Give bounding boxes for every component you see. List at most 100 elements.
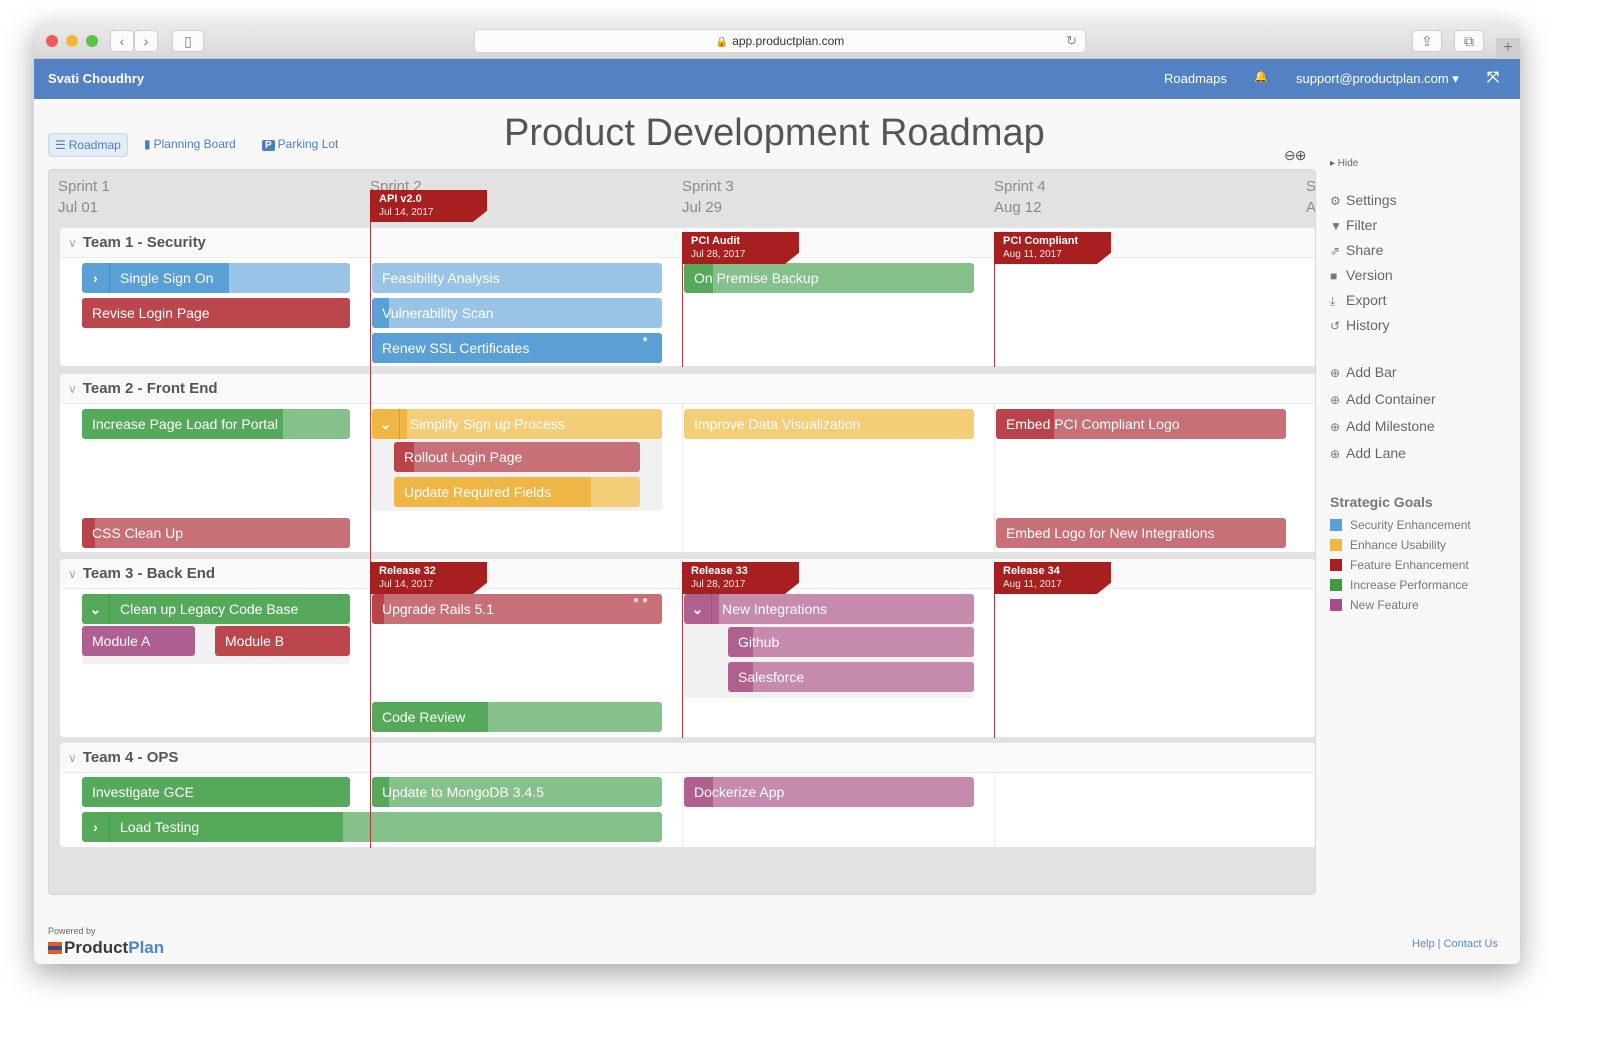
bar-on-premise-backup[interactable]: On Premise Backup — [684, 263, 974, 293]
bar-investigate-gce[interactable]: Investigate GCE — [82, 777, 350, 807]
chevron-down-icon[interactable]: ⌄ — [684, 594, 712, 624]
browser-titlebar: ‹ › ▯ 🔒 app.productplan.com ↻ ⇪ ⧉ + — [34, 22, 1520, 60]
back-button[interactable]: ‹ — [110, 30, 134, 52]
tab-planning-board[interactable]: ▮ Planning Board — [138, 133, 242, 157]
chevron-down-icon[interactable]: ∨ — [68, 751, 77, 765]
bar-simplify-signup[interactable]: ⌄ Simplify Sign up Process — [372, 409, 662, 439]
legend-item[interactable]: New Feature — [1330, 598, 1419, 612]
tab-label: Parking Lot — [277, 137, 339, 151]
bar-load-testing[interactable]: › Load Testing — [82, 812, 662, 842]
roadmap-icon: ☰ — [55, 138, 66, 152]
share-icon[interactable]: ⇪ — [1412, 30, 1442, 52]
bar-update-mongodb[interactable]: Update to MongoDB 3.4.5 — [372, 777, 662, 807]
bar-renew-ssl[interactable]: Renew SSL Certificates ● — [372, 333, 662, 363]
milestone-flag[interactable]: Release 33 Jul 28, 2017 — [682, 562, 799, 594]
add-milestone-button[interactable]: ⊕ Add Milestone — [1330, 418, 1435, 434]
bar-github[interactable]: Github — [728, 627, 974, 657]
roadmaps-link[interactable]: Roadmaps — [1164, 71, 1227, 86]
legend-item[interactable]: Security Enhancement — [1330, 518, 1471, 532]
bar-css-clean-up[interactable]: CSS Clean Up — [82, 518, 350, 548]
version-button[interactable]: ■ Version — [1330, 267, 1393, 283]
milestone-flag[interactable]: PCI Compliant Aug 11, 2017 — [994, 232, 1111, 264]
bar-improve-data-viz[interactable]: Improve Data Visualization — [684, 409, 974, 439]
settings-button[interactable]: ⚙ Settings — [1330, 192, 1397, 208]
plus-circle-icon: ⊕ — [1330, 393, 1341, 407]
logo-icon — [48, 942, 62, 954]
zoom-controls[interactable]: ⊖⊕ — [1284, 147, 1306, 164]
chevron-down-icon[interactable]: ∨ — [68, 567, 77, 581]
productplan-logo[interactable]: ProductPlan — [48, 938, 164, 958]
bar-code-review[interactable]: Code Review — [372, 702, 662, 732]
milestone-flag[interactable]: Release 34 Aug 11, 2017 — [994, 562, 1111, 594]
fullscreen-icon[interactable]: ⤧ — [1487, 69, 1499, 86]
legend-swatch — [1330, 559, 1342, 571]
bar-increase-page-load[interactable]: Increase Page Load for Portal — [82, 409, 350, 439]
forward-button[interactable]: › — [134, 30, 158, 52]
bar-module-b[interactable]: Module B — [215, 626, 350, 656]
account-dropdown[interactable]: support@productplan.com ▾ — [1296, 71, 1459, 87]
bar-dockerize-app[interactable]: Dockerize App — [684, 777, 974, 807]
milestone-line — [370, 190, 371, 848]
bell-icon[interactable]: 🔔 — [1254, 70, 1268, 83]
add-container-button[interactable]: ⊕ Add Container — [1330, 391, 1436, 407]
bar-embed-pci-logo[interactable]: Embed PCI Compliant Logo — [996, 409, 1286, 439]
add-lane-button[interactable]: ⊕ Add Lane — [1330, 445, 1406, 461]
lane-title[interactable]: ∨ Team 1 - Security — [68, 234, 206, 251]
chevron-right-icon[interactable]: › — [82, 263, 110, 293]
legend-item[interactable]: Increase Performance — [1330, 578, 1468, 592]
legend-item[interactable]: Feature Enhancement — [1330, 558, 1469, 572]
bar-rollout-login-page[interactable]: Rollout Login Page — [394, 442, 640, 472]
help-contact-links[interactable]: Help | Contact Us — [1412, 938, 1498, 950]
legend-swatch — [1330, 599, 1342, 611]
address-bar[interactable]: 🔒 app.productplan.com ↻ — [474, 29, 1086, 53]
page-title: Product Development Roadmap — [504, 112, 1045, 154]
maximize-window-button[interactable] — [86, 35, 98, 47]
bar-update-required-fields[interactable]: Update Required Fields — [394, 477, 640, 507]
bar-upgrade-rails[interactable]: Upgrade Rails 5.1 ● ● — [372, 594, 662, 624]
legend-swatch — [1330, 539, 1342, 551]
milestone-flag[interactable]: PCI Audit Jul 28, 2017 — [682, 232, 799, 264]
milestone-flag[interactable]: API v2.0 Jul 14, 2017 — [370, 190, 487, 222]
tab-parking-lot[interactable]: P Parking Lot — [256, 133, 344, 157]
chevron-down-icon[interactable]: ∨ — [68, 236, 77, 250]
sprint-divider — [682, 772, 683, 848]
sprint-header: SA — [1306, 178, 1316, 216]
share-button[interactable]: ⇗ Share — [1330, 242, 1383, 258]
export-button[interactable]: ⤓ Export — [1330, 292, 1386, 309]
chevron-right-icon[interactable]: › — [82, 812, 110, 842]
add-bar-button[interactable]: ⊕ Add Bar — [1330, 364, 1397, 380]
powered-by-label: Powered by — [48, 926, 96, 936]
app-header: Svati Choudhry Roadmaps 🔔 support@produc… — [34, 59, 1520, 99]
minimize-window-button[interactable] — [66, 35, 78, 47]
history-button[interactable]: ↺ History — [1330, 317, 1390, 333]
close-window-button[interactable] — [46, 35, 58, 47]
chevron-down-icon[interactable]: ⌄ — [372, 409, 400, 439]
bar-single-sign-on[interactable]: › Single Sign On — [82, 263, 350, 293]
reload-icon[interactable]: ↻ — [1066, 30, 1077, 52]
user-name[interactable]: Svati Choudhry — [48, 71, 144, 86]
tab-roadmap[interactable]: ☰ Roadmap — [48, 133, 128, 157]
tabs-overview-icon[interactable]: ⧉ — [1454, 30, 1484, 52]
bar-clean-up-legacy[interactable]: ⌄ Clean up Legacy Code Base — [82, 594, 350, 624]
chevron-down-icon[interactable]: ∨ — [68, 382, 77, 396]
chevron-down-icon[interactable]: ⌄ — [82, 594, 110, 624]
filter-button[interactable]: ▼ Filter — [1330, 217, 1377, 233]
hide-sidebar-button[interactable]: ▸ Hide — [1330, 158, 1358, 169]
lane-title[interactable]: ∨ Team 2 - Front End — [68, 380, 218, 397]
legend-item[interactable]: Enhance Usability — [1330, 538, 1446, 552]
lane-title[interactable]: ∨ Team 3 - Back End — [68, 565, 215, 582]
lane-title[interactable]: ∨ Team 4 - OPS — [68, 749, 178, 766]
bar-embed-logo-integrations[interactable]: Embed Logo for New Integrations — [996, 518, 1286, 548]
bar-vulnerability-scan[interactable]: Vulnerability Scan — [372, 298, 662, 328]
milestone-flag[interactable]: Release 32 Jul 14, 2017 — [370, 562, 487, 594]
sidebar-toggle-button[interactable]: ▯ — [172, 30, 204, 52]
planning-board-icon: ▮ — [144, 137, 151, 151]
bar-module-a[interactable]: Module A — [82, 626, 195, 656]
bar-new-integrations[interactable]: ⌄ New Integrations — [684, 594, 974, 624]
comment-icon: ● — [641, 334, 648, 345]
bar-feasibility-analysis[interactable]: Feasibility Analysis — [372, 263, 662, 293]
new-tab-button[interactable]: + — [1496, 38, 1520, 60]
bar-salesforce[interactable]: Salesforce — [728, 662, 974, 692]
tab-label: Roadmap — [68, 138, 121, 152]
bar-revise-login-page[interactable]: Revise Login Page — [82, 298, 350, 328]
